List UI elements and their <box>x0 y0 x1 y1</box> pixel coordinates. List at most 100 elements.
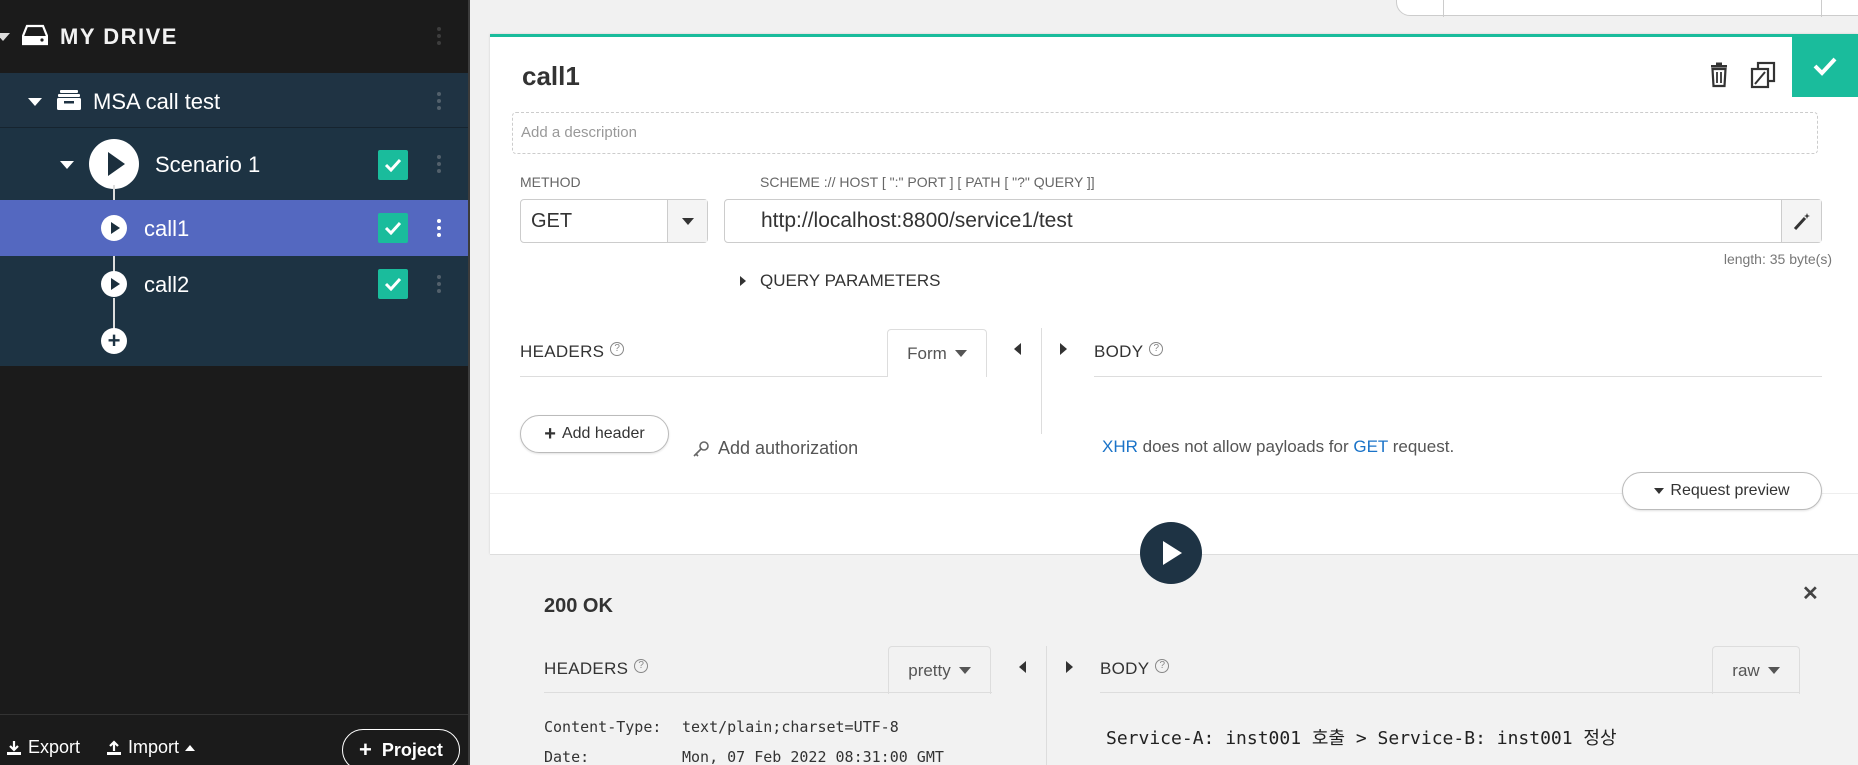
chevron-down-icon <box>1767 667 1780 674</box>
collapse-left-icon[interactable] <box>1014 343 1021 355</box>
sidebar: MY DRIVE MSA call test Scenario 1 call1 … <box>0 0 470 765</box>
call-label: call1 <box>144 216 190 241</box>
xhr-link[interactable]: XHR <box>1102 437 1138 456</box>
response-body-text: Service-A: inst001 호출 > Service-B: inst0… <box>1106 728 1617 749</box>
scenario-enabled-checkbox[interactable] <box>378 150 408 180</box>
call-run-icon[interactable] <box>101 271 127 297</box>
request-title[interactable]: call1 <box>522 61 580 92</box>
call-run-icon[interactable] <box>101 215 127 241</box>
request-card: call1 Add a description METHOD SCHEME :/… <box>490 34 1858 554</box>
add-authorization-label: Add authorization <box>718 438 859 458</box>
save-button[interactable] <box>1792 34 1858 97</box>
response-panel: 200 OK ✕ HEADERS? pretty BODY? raw Conte… <box>490 554 1858 765</box>
add-call-icon[interactable]: + <box>101 328 127 354</box>
chevron-down-icon <box>1654 488 1665 494</box>
split-divider[interactable] <box>1046 646 1047 765</box>
help-icon: ? <box>1149 342 1164 356</box>
tree-item-scenario[interactable]: Scenario 1 <box>0 128 468 200</box>
request-body-label: BODY? <box>1094 342 1164 362</box>
collapse-right-icon[interactable] <box>1060 343 1067 355</box>
play-icon <box>1163 541 1182 565</box>
description-field[interactable]: Add a description <box>512 112 1818 154</box>
divider <box>1094 376 1822 377</box>
collapse-caret-icon[interactable] <box>0 33 10 41</box>
query-parameters-label: QUERY PARAMETERS <box>760 271 941 290</box>
url-length-text: length: 35 byte(s) <box>1723 251 1832 267</box>
response-header-line: Content-Type: text/plain;charset=UTF-8 <box>544 718 899 736</box>
project-label: MSA call test <box>93 89 221 114</box>
chevron-down-icon <box>681 217 694 225</box>
drive-icon <box>22 24 48 46</box>
headers-mode-select[interactable]: Form <box>887 329 987 377</box>
help-icon: ? <box>634 659 649 673</box>
response-header-line: Date: Mon, 07 Feb 2022 08:31:00 GMT <box>544 748 944 765</box>
check-icon <box>384 221 402 235</box>
url-input[interactable]: http://localhost:8800/service1/test <box>724 199 1822 243</box>
trash-icon[interactable] <box>1705 61 1733 89</box>
divider <box>1100 692 1800 693</box>
call-enabled-checkbox[interactable] <box>378 213 408 243</box>
response-body-label: BODY? <box>1100 659 1170 679</box>
import-button[interactable]: Import <box>106 737 196 758</box>
duplicate-icon[interactable] <box>1749 61 1777 89</box>
scenario-label: Scenario 1 <box>155 152 261 177</box>
headers-mode-value: Form <box>907 343 947 363</box>
chevron-right-icon <box>740 276 746 286</box>
drive-menu-icon[interactable] <box>436 24 442 48</box>
close-icon[interactable]: ✕ <box>1802 581 1819 606</box>
help-icon: ? <box>1155 659 1170 673</box>
plus-icon: + <box>544 423 556 445</box>
split-divider[interactable] <box>1041 328 1042 434</box>
help-icon: ? <box>610 342 625 356</box>
expand-caret-icon[interactable] <box>28 98 42 106</box>
add-authorization-button[interactable]: Add authorization <box>692 438 858 459</box>
chevron-down-icon <box>954 350 967 357</box>
add-header-button[interactable]: + Add header <box>520 415 669 453</box>
divider <box>544 692 992 693</box>
url-label: SCHEME :// HOST [ ":" PORT ] [ PATH [ "?… <box>760 174 1095 190</box>
project-button-label: Project <box>381 739 443 760</box>
call-enabled-checkbox[interactable] <box>378 269 408 299</box>
project-box-icon <box>57 90 81 110</box>
top-search-bar[interactable] <box>1396 0 1858 17</box>
call-menu-icon[interactable] <box>436 216 442 240</box>
call-menu-icon[interactable] <box>436 272 442 296</box>
collapse-right-icon[interactable] <box>1066 661 1073 673</box>
call-label: call2 <box>144 272 190 297</box>
check-icon <box>384 158 402 172</box>
response-headers-mode-select[interactable]: pretty <box>888 646 991 694</box>
caret-up-icon <box>185 744 196 751</box>
get-link[interactable]: GET <box>1353 437 1388 456</box>
expand-caret-icon[interactable] <box>60 161 74 169</box>
request-preview-button[interactable]: Request preview <box>1622 472 1822 510</box>
tree-item-project[interactable]: MSA call test <box>0 73 468 128</box>
url-value: http://localhost:8800/service1/test <box>761 209 1073 232</box>
request-headers-label: HEADERS? <box>520 342 625 362</box>
tree-item-call2[interactable]: call2 <box>0 256 468 312</box>
tree-item-call1[interactable]: call1 <box>0 200 468 256</box>
method-select[interactable]: GET <box>520 199 708 243</box>
send-request-button[interactable] <box>1140 522 1202 584</box>
magic-wand-icon <box>1793 213 1810 231</box>
scenario-run-icon[interactable] <box>89 139 139 189</box>
import-label: Import <box>128 737 180 757</box>
method-dropdown-button[interactable] <box>667 200 707 242</box>
scenario-menu-icon[interactable] <box>436 152 442 176</box>
query-parameters-toggle[interactable]: QUERY PARAMETERS <box>740 271 940 291</box>
check-icon <box>384 277 402 291</box>
project-menu-icon[interactable] <box>436 89 442 113</box>
response-body-mode-select[interactable]: raw <box>1712 646 1800 694</box>
export-button[interactable]: Export <box>6 737 80 758</box>
export-label: Export <box>28 737 81 757</box>
drive-title: MY DRIVE <box>60 24 178 49</box>
magic-wand-button[interactable] <box>1781 200 1821 242</box>
body-note: XHR does not allow payloads for GET requ… <box>1102 437 1455 456</box>
method-value: GET <box>531 210 573 232</box>
response-headers-label: HEADERS? <box>544 659 649 679</box>
check-icon <box>1813 57 1837 76</box>
drive-header[interactable]: MY DRIVE <box>0 0 468 73</box>
sidebar-divider[interactable] <box>468 0 470 765</box>
collapse-left-icon[interactable] <box>1019 661 1026 673</box>
plus-icon: + <box>359 737 372 762</box>
add-project-button[interactable]: + Project <box>342 729 460 765</box>
